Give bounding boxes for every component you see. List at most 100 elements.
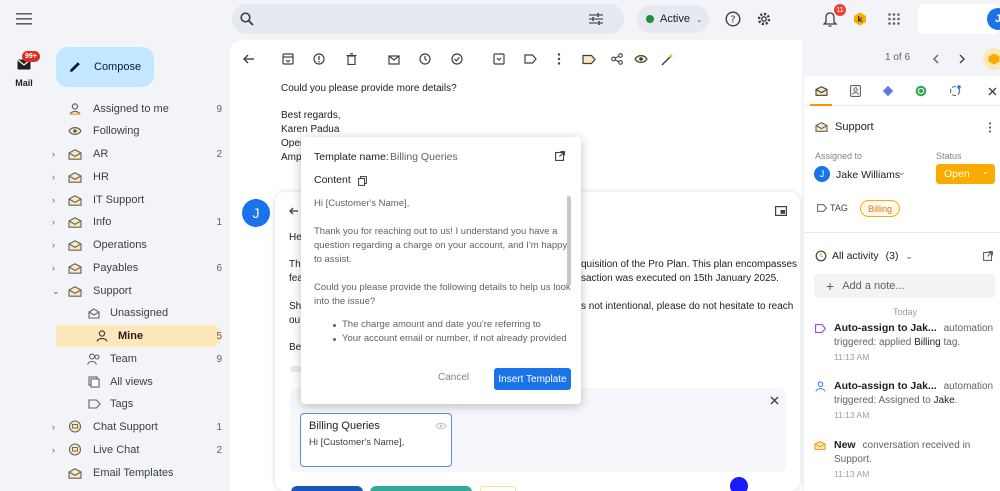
sidebar-item-ar[interactable]: › AR 2 [48,143,222,165]
template-name-label: Template name: [314,151,389,163]
sidebar-item-support[interactable]: ⌄ Support [48,280,222,302]
chevron-right-icon[interactable]: › [52,240,64,250]
chevron-right-icon[interactable]: › [52,445,64,455]
sidebar-item-following[interactable]: Following [48,120,222,142]
content-line: Could you please provide the following d… [314,282,571,293]
add-task-icon[interactable] [448,50,466,68]
more-vert-icon[interactable] [550,50,568,68]
sidebar-item-email-templates[interactable]: Email Templates [48,462,222,484]
chevron-right-icon[interactable]: › [52,149,64,159]
sidebar-item-unassigned[interactable]: Unassigned [48,302,222,324]
send-action-button[interactable] [370,486,472,491]
move-to-icon[interactable] [490,50,508,68]
label-icon[interactable] [521,50,539,68]
activity-text: triggered: applied [834,337,915,348]
tab-contact-icon[interactable] [846,82,864,100]
add-note-input[interactable]: + Add a note... [814,274,995,298]
notification-badge: 11 [834,4,846,16]
sidebar-item-payables[interactable]: › Payables 6 [48,257,222,279]
sidebar-item-count: 5 [216,330,222,342]
tab-inbox-icon[interactable] [812,82,830,100]
share-icon[interactable] [608,50,626,68]
tag-label-icon[interactable] [580,50,598,68]
tab-integration-icon[interactable] [946,82,964,100]
sidebar-item-hr[interactable]: › HR [48,166,222,188]
sidebar-item-operations[interactable]: › Operations [48,234,222,256]
follow-eye-icon[interactable] [632,50,650,68]
sidebar-item-assigned-to-me[interactable]: Assigned to me 9 [48,98,222,120]
more-vert-icon[interactable] [986,121,994,133]
search-options-icon[interactable] [587,10,605,28]
attach-button[interactable] [480,486,516,491]
activity-item[interactable]: New conversation received in [834,439,970,451]
activity-item[interactable]: Auto-assign to Jak... automation [834,322,993,334]
content-bullet-line: The charge amount and date you're referr… [342,319,541,330]
mail-rail-label[interactable]: Mail [10,78,38,88]
close-icon[interactable] [983,82,1000,100]
popout-icon[interactable] [774,205,788,217]
apps-grid-icon[interactable] [885,10,903,28]
mark-unread-icon[interactable] [385,50,403,68]
chevron-right-icon[interactable]: › [52,263,64,273]
back-arrow-icon[interactable] [287,204,301,218]
snooze-clock-icon[interactable] [416,50,434,68]
chevron-right-icon[interactable]: › [52,195,64,205]
reply-text-line: s not intentional, please do not hesitat… [581,301,794,312]
scrollbar[interactable] [567,196,571,286]
sidebar-item-live-chat[interactable]: › Live Chat 2 [48,439,222,461]
cancel-button[interactable]: Cancel [438,372,469,383]
chevron-right-icon[interactable]: › [52,422,64,432]
search-icon[interactable] [238,10,256,28]
archive-icon[interactable] [279,50,297,68]
sidebar-item-all-views[interactable]: All views [48,371,222,393]
chevron-right-icon[interactable]: › [52,172,64,182]
compose-button[interactable]: Compose [56,47,154,87]
back-arrow-icon[interactable] [240,50,258,68]
activity-item[interactable]: Auto-assign to Jak... automation [834,380,993,392]
sidebar-item-it-support[interactable]: › IT Support [48,189,222,211]
sidebar-item-chat-support[interactable]: › Chat Support 1 [48,416,222,438]
svg-text:?: ? [730,15,735,26]
sidebar-item-tags[interactable]: Tags [48,393,222,415]
close-icon[interactable] [768,394,780,406]
assignee-selector[interactable]: Jake Williams [836,169,900,181]
template-icon [67,465,83,481]
copy-icon[interactable] [356,175,368,187]
help-icon[interactable]: ? [724,10,742,28]
chevron-right-icon[interactable] [953,50,971,68]
chevron-down-icon[interactable]: ⌄ [52,286,64,297]
tag-chip-billing[interactable]: Billing [860,200,900,217]
report-spam-icon[interactable] [310,50,328,68]
activity-text: . [954,395,958,406]
chevron-down-icon[interactable]: ⌄ [898,167,906,178]
sidebar-item-label: Live Chat [93,444,140,456]
brand-avatar-icon[interactable] [983,48,1000,70]
status-label: Status [936,151,962,161]
sidebar-item-label: Email Templates [93,467,174,479]
sidebar-item-team[interactable]: Team 9 [48,348,222,370]
sidebar-item-mine[interactable]: Mine 5 [56,325,222,347]
tab-diamond-icon[interactable] [879,82,897,100]
preview-eye-icon[interactable] [435,421,447,430]
sidebar-item-label: IT Support [93,194,145,206]
open-external-icon[interactable] [554,150,566,162]
chevron-left-icon[interactable] [926,50,944,68]
activity-filter[interactable]: All activity (3) ⌄ [832,250,913,262]
sidebar-item-info[interactable]: › Info 1 [48,211,222,233]
brand-logo-icon[interactable]: k [852,11,868,27]
search-input[interactable] [232,4,624,34]
send-button[interactable] [291,486,363,491]
chat-icon [67,419,83,435]
menu-icon[interactable] [14,10,34,28]
gear-icon[interactable] [755,10,773,28]
person-icon [67,101,83,117]
open-external-icon[interactable] [982,250,994,262]
insert-template-button[interactable]: Insert Template [494,368,571,390]
floating-action-button[interactable] [730,477,748,491]
delete-icon[interactable] [342,50,360,68]
status-selector[interactable]: Active ⌄ [637,5,709,33]
magic-wand-icon[interactable] [658,50,676,68]
chevron-right-icon[interactable]: › [52,217,64,227]
tab-whatsapp-icon[interactable] [912,82,930,100]
status-dropdown[interactable]: Open ⌄ [936,164,995,184]
